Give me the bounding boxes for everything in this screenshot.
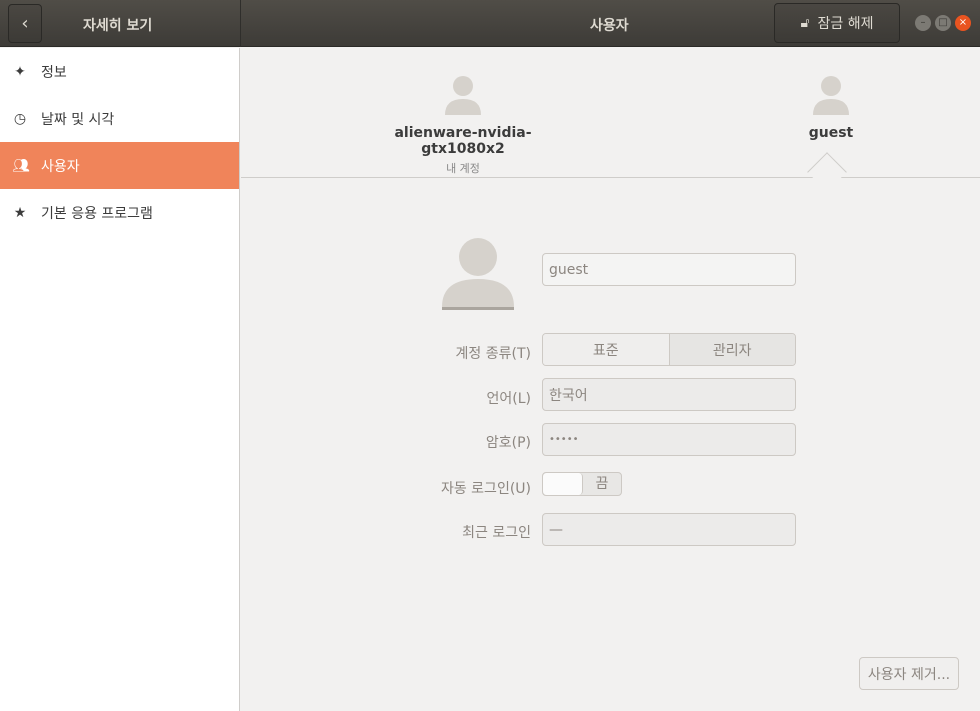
sidebar-item-default-apps[interactable]: ★ 기본 응용 프로그램 bbox=[0, 189, 239, 236]
divider bbox=[240, 0, 241, 47]
sidebar-item-users[interactable]: 👥︎ 사용자 bbox=[0, 142, 239, 189]
password-field[interactable]: ••••• bbox=[542, 423, 796, 456]
sidebar-item-label: 날짜 및 시각 bbox=[41, 111, 115, 128]
toggle-knob bbox=[543, 473, 583, 495]
last-login-label: 최근 로그인 bbox=[462, 525, 531, 541]
sidebar-title: 자세히 보기 bbox=[83, 18, 153, 34]
username-input[interactable]: guest bbox=[542, 253, 796, 286]
sparkle-icon: ✦ bbox=[14, 63, 26, 80]
users-icon: 👥︎ bbox=[12, 157, 30, 174]
toggle-state: 끔 bbox=[595, 476, 609, 492]
avatar-icon bbox=[445, 76, 481, 115]
chevron-left-icon: ‹ bbox=[21, 13, 29, 34]
selection-pointer bbox=[807, 152, 847, 192]
unlock-label: 잠금 해제 bbox=[817, 16, 874, 32]
language-label: 언어(L) bbox=[486, 391, 531, 407]
user-subtitle: 내 계정 bbox=[446, 162, 480, 175]
clock-icon: ◷ bbox=[13, 110, 27, 127]
account-type-admin[interactable]: 관리자 bbox=[668, 334, 795, 365]
user-item[interactable]: guest bbox=[791, 73, 871, 141]
star-icon: ★ bbox=[13, 204, 27, 221]
user-item[interactable]: alienware-nvidia-gtx1080x2 내 계정 bbox=[367, 73, 559, 176]
page-title: 사용자 bbox=[590, 18, 629, 34]
sidebar-item-datetime[interactable]: ◷ 날짜 및 시각 bbox=[0, 95, 239, 142]
autologin-label: 자동 로그인(U) bbox=[440, 481, 531, 497]
avatar-icon bbox=[813, 76, 849, 115]
autologin-toggle[interactable]: 끔 bbox=[542, 472, 622, 496]
language-field[interactable]: 한국어 bbox=[542, 378, 796, 411]
header-bar: ‹ 자세히 보기 사용자 🔓︎ 잠금 해제 – □ × bbox=[0, 0, 980, 47]
account-type-selector: 표준 관리자 bbox=[542, 333, 796, 366]
sidebar-item-label: 기본 응용 프로그램 bbox=[41, 205, 153, 222]
account-type-standard[interactable]: 표준 bbox=[543, 334, 669, 365]
close-button[interactable]: × bbox=[955, 15, 971, 31]
remove-user-button[interactable]: 사용자 제거... bbox=[859, 657, 959, 690]
password-label: 암호(P) bbox=[485, 435, 531, 451]
unlock-button[interactable]: 🔓︎ 잠금 해제 bbox=[774, 3, 900, 43]
sidebar: ✦ 정보 ◷ 날짜 및 시각 👥︎ 사용자 ★ 기본 응용 프로그램 bbox=[0, 48, 240, 711]
account-type-label: 계정 종류(T) bbox=[455, 346, 531, 362]
main-panel: alienware-nvidia-gtx1080x2 내 계정 guest gu… bbox=[241, 48, 980, 711]
user-list: alienware-nvidia-gtx1080x2 내 계정 guest bbox=[241, 48, 980, 192]
user-name: alienware-nvidia-gtx1080x2 bbox=[394, 125, 532, 157]
sidebar-item-label: 사용자 bbox=[41, 158, 80, 175]
sidebar-item-label: 정보 bbox=[41, 64, 67, 81]
maximize-button[interactable]: □ bbox=[935, 15, 951, 31]
avatar-large[interactable] bbox=[441, 233, 515, 311]
back-button[interactable]: ‹ bbox=[8, 4, 42, 43]
sidebar-item-info[interactable]: ✦ 정보 bbox=[0, 48, 239, 95]
user-name: guest bbox=[808, 125, 854, 141]
lock-open-icon: 🔓︎ bbox=[800, 15, 810, 31]
minimize-button[interactable]: – bbox=[915, 15, 931, 31]
last-login-field[interactable]: — bbox=[542, 513, 796, 546]
